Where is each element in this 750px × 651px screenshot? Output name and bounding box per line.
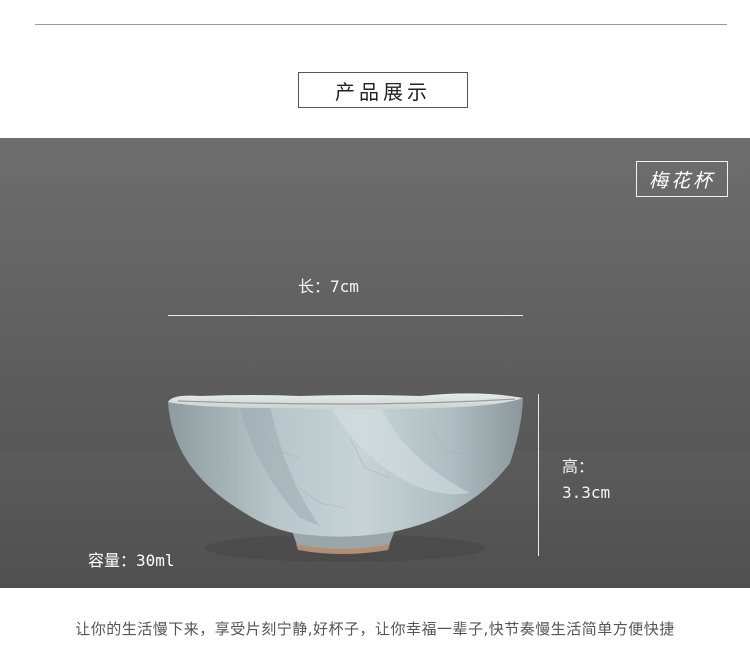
footer-tagline: 让你的生活慢下来，享受片刻宁静,好杯子，让你幸福一辈子,快节奏慢生活简单方便快捷 — [75, 620, 675, 638]
section-title: 产品展示 — [298, 72, 468, 108]
length-label: 长：7cm — [298, 277, 359, 296]
length-dimension-line — [168, 315, 523, 316]
height-label-title: 高： — [562, 457, 595, 476]
height-dimension-line — [538, 394, 539, 556]
height-label-value: 3.3cm — [562, 483, 611, 502]
product-name-tag: 梅花杯 — [636, 161, 728, 197]
height-label: 高： 3.3cm — [562, 454, 610, 506]
cup-photo-illustration — [0, 138, 750, 588]
top-divider — [35, 24, 727, 25]
capacity-label: 容量：30ml — [88, 551, 175, 570]
product-photo: 梅花杯 长：7cm 高： 3.3cm 容量：30ml — [0, 138, 750, 588]
